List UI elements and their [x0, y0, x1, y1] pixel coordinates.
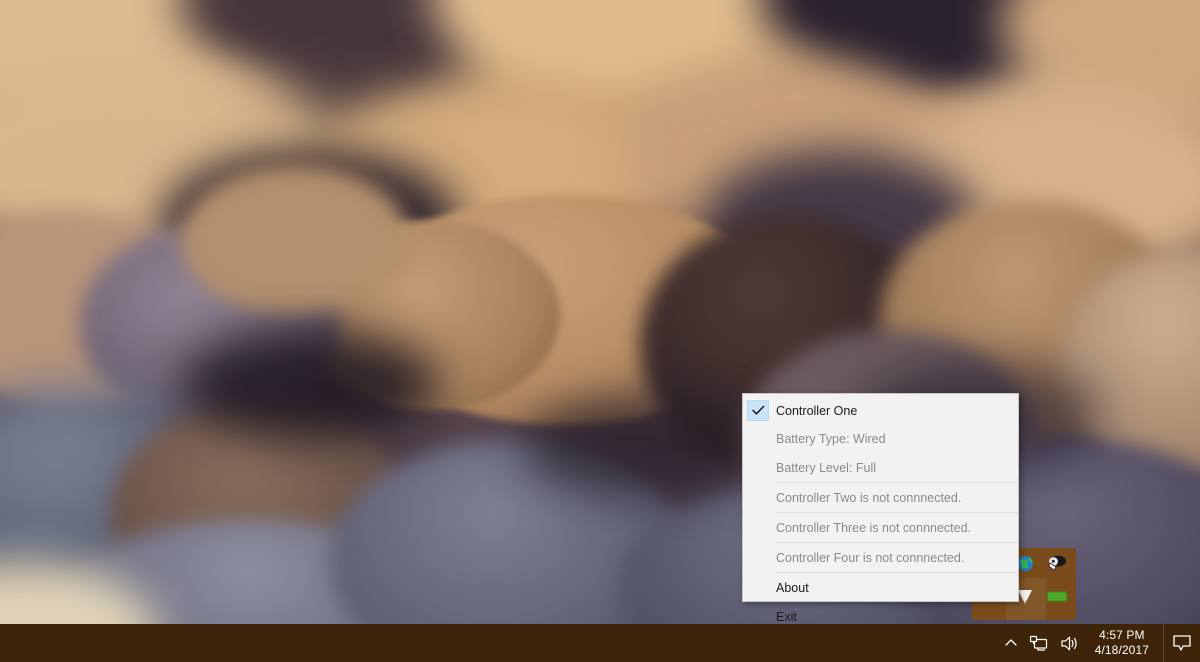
globe-icon — [1017, 555, 1033, 571]
network-icon — [1030, 635, 1048, 651]
system-tray[interactable]: 4:57 PM 4/18/2017 — [997, 624, 1200, 662]
menu-item-controller-two: Controller Two is not connnected. — [743, 483, 1018, 512]
menu-item-label: Controller Two is not connnected. — [776, 490, 962, 505]
tray-icon-xbox-controller[interactable] — [1044, 550, 1070, 576]
checkmark-box — [747, 400, 769, 421]
menu-item-label: Controller Three is not connnected. — [776, 520, 972, 535]
check-icon — [751, 405, 764, 415]
wallpaper-shadow — [180, 330, 440, 440]
menu-item-label: Controller One — [776, 403, 858, 418]
network-button[interactable] — [1025, 624, 1055, 662]
desktop[interactable]: Controller One Battery Type: Wired Batte… — [0, 0, 1200, 662]
menu-item-controller-four: Controller Four is not connnected. — [743, 543, 1018, 572]
taskbar-clock[interactable]: 4:57 PM 4/18/2017 — [1085, 624, 1163, 662]
menu-item-label: Controller Four is not connnected. — [776, 550, 965, 565]
clock-date: 4/18/2017 — [1094, 643, 1149, 657]
chevron-up-icon — [1005, 639, 1017, 646]
wallpaper-pebble — [180, 165, 410, 315]
volume-icon — [1061, 636, 1077, 650]
menu-item-battery-type: Battery Type: Wired — [743, 424, 1018, 453]
clock-time: 4:57 PM — [1099, 628, 1145, 642]
controller-context-menu[interactable]: Controller One Battery Type: Wired Batte… — [742, 393, 1019, 624]
taskbar[interactable]: 4:57 PM 4/18/2017 — [0, 624, 1200, 662]
menu-item-label: About — [776, 580, 809, 595]
menu-item-controller-one[interactable]: Controller One — [743, 397, 1018, 424]
menu-item-label: Exit — [776, 609, 797, 624]
menu-item-controller-three: Controller Three is not connnected. — [743, 513, 1018, 542]
menu-item-label: Battery Level: Full — [776, 460, 877, 475]
tray-icon-green-app[interactable] — [1044, 584, 1070, 610]
menu-item-about[interactable]: About — [743, 573, 1018, 602]
menu-item-battery-level: Battery Level: Full — [743, 453, 1018, 482]
green-app-icon — [1047, 591, 1067, 602]
action-center-button[interactable] — [1163, 624, 1200, 662]
show-hidden-icons-button[interactable] — [997, 624, 1025, 662]
xbox-controller-icon — [1048, 555, 1066, 571]
notification-bubble-icon — [1173, 635, 1191, 651]
volume-button[interactable] — [1055, 624, 1085, 662]
wallpaper-shadow — [520, 395, 760, 495]
menu-item-label: Battery Type: Wired — [776, 431, 886, 446]
